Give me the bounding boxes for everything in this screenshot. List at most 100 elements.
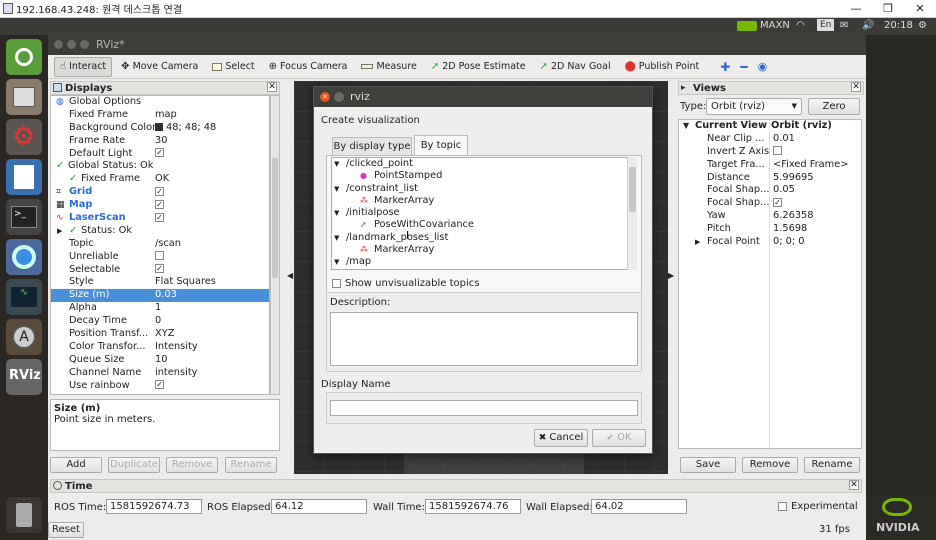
view-property-row[interactable]: ▶ Focal Point 0; 0; 0	[679, 236, 861, 249]
view-property-value[interactable]: 5.99695	[773, 172, 814, 185]
display-property-row[interactable]: ◍ Global Options	[51, 96, 269, 109]
property-checkbox[interactable]: ✓	[155, 186, 164, 196]
view-property-value[interactable]: 0; 0; 0	[773, 236, 805, 249]
topic-row[interactable]: ▼ /constraint_list	[332, 183, 636, 195]
rviz-launcher-icon[interactable]: RViz	[6, 359, 42, 395]
property-value[interactable]: intensity	[155, 367, 197, 380]
display-type-row[interactable]: ➚ PoseWithCovariance	[332, 219, 636, 231]
topic-row[interactable]: ▼ /clicked_point	[332, 158, 636, 170]
maximize-button[interactable]: ❐	[872, 0, 904, 18]
property-value[interactable]: map	[155, 109, 177, 122]
dialog-minimize-icon[interactable]	[334, 92, 344, 102]
property-value[interactable]: 48; 48; 48	[155, 122, 216, 135]
display-property-row[interactable]: Use rainbow ✓	[51, 380, 269, 393]
displays-scrollbar[interactable]	[270, 95, 280, 395]
left-splitter-arrow-icon[interactable]: ◀	[287, 271, 293, 280]
tab-by-topic[interactable]: By topic	[414, 135, 468, 156]
display-type-row[interactable]: ▦ Map	[332, 269, 636, 270]
view-property-row[interactable]: Focal Shap... 0.05	[679, 184, 861, 197]
display-property-row[interactable]: Frame Rate 30	[51, 135, 269, 148]
keyboard-layout-indicator[interactable]: En	[817, 19, 835, 31]
focus-camera-tool[interactable]: ⊕ Focus Camera	[264, 57, 353, 77]
zero-button[interactable]: Zero	[808, 98, 860, 115]
color-swatch[interactable]	[155, 122, 163, 131]
property-value[interactable]: ✓	[155, 212, 164, 225]
property-value[interactable]: ✓	[155, 380, 164, 393]
display-property-row[interactable]: ✓ Fixed Frame OK	[51, 173, 269, 186]
select-tool[interactable]: Select	[207, 57, 259, 77]
wifi-icon[interactable]: ◠	[796, 20, 805, 31]
view-property-row[interactable]: Focal Shap... ✓	[679, 197, 861, 210]
clock[interactable]: 20:18	[884, 20, 913, 31]
right-splitter-arrow-icon[interactable]: ▶	[668, 271, 674, 280]
current-view-row[interactable]: ▼ Current View Orbit (rviz)	[679, 120, 861, 133]
ubuntu-logo-icon[interactable]	[6, 39, 42, 75]
display-property-row[interactable]: Style Flat Squares	[51, 276, 269, 289]
display-property-row[interactable]: Fixed Frame map	[51, 109, 269, 122]
display-property-row[interactable]: Background Color 48; 48; 48	[51, 122, 269, 135]
view-property-row[interactable]: Pitch 1.5698	[679, 223, 861, 236]
view-property-value[interactable]	[773, 146, 782, 159]
publish-point-tool[interactable]: ⬤ Publish Point	[620, 57, 705, 77]
display-type-row[interactable]: ⁂ MarkerArray	[332, 195, 636, 207]
property-value[interactable]: 0	[155, 315, 161, 328]
view-property-value[interactable]: 1.5698	[773, 223, 807, 236]
property-value[interactable]: ✓	[155, 199, 164, 212]
display-property-row[interactable]: Color Transfor... Intensity	[51, 341, 269, 354]
property-checkbox[interactable]: ✓	[155, 264, 164, 274]
view-property-checkbox[interactable]	[773, 146, 782, 156]
panel-close-icon[interactable]: ✕	[851, 82, 861, 92]
window-close-icon[interactable]	[54, 40, 63, 49]
display-property-row[interactable]: ▶ ✓ Status: Ok	[51, 225, 269, 238]
expand-arrow-icon[interactable]: ▼	[334, 158, 339, 170]
text-editor-icon[interactable]	[6, 159, 42, 195]
property-value[interactable]: Intensity	[155, 341, 198, 354]
remove-view-button[interactable]: Remove	[742, 457, 798, 473]
remove-tool-icon[interactable]: ━	[740, 60, 747, 74]
tab-by-display-type[interactable]: By display type	[332, 137, 412, 155]
experimental-checkbox[interactable]	[778, 502, 787, 511]
view-property-value[interactable]: 6.26358	[773, 210, 814, 223]
display-property-row[interactable]: Size (m) 0.03	[51, 289, 269, 303]
display-property-row[interactable]: Queue Size 10	[51, 354, 269, 367]
window-maximize-icon[interactable]	[80, 40, 89, 49]
display-property-row[interactable]: ✓ Global Status: Ok	[51, 160, 269, 173]
display-property-row[interactable]: Default Light ✓	[51, 148, 269, 161]
property-value[interactable]: 10	[155, 354, 167, 367]
duplicate-button[interactable]: Duplicate	[108, 457, 160, 473]
files-icon[interactable]	[6, 79, 42, 115]
display-name-input[interactable]	[330, 400, 638, 416]
property-value[interactable]: OK	[155, 173, 169, 186]
settings-gear-icon[interactable]: ⚙	[918, 20, 927, 31]
view-property-row[interactable]: Yaw 6.26358	[679, 210, 861, 223]
view-property-value[interactable]: 0.01	[773, 133, 795, 146]
volume-icon[interactable]: 🔊	[862, 20, 874, 31]
display-property-row[interactable]: Topic/scan	[51, 238, 269, 251]
power-mode-label[interactable]: MAXN	[760, 20, 790, 31]
property-checkbox[interactable]	[155, 251, 164, 261]
property-value[interactable]	[155, 251, 164, 264]
property-checkbox[interactable]: ✓	[155, 380, 164, 390]
wall-elapsed-field[interactable]: 64.02	[591, 499, 687, 514]
view-property-row[interactable]: Invert Z Axis	[679, 146, 861, 159]
measure-tool[interactable]: Measure	[356, 57, 421, 77]
view-property-row[interactable]: Distance 5.99695	[679, 172, 861, 185]
view-property-checkbox[interactable]: ✓	[773, 197, 782, 207]
system-monitor-icon[interactable]: ∿	[6, 279, 42, 315]
system-settings-icon[interactable]: ⚙	[6, 119, 42, 155]
expand-arrow-icon[interactable]: ▼	[334, 183, 339, 195]
display-property-row[interactable]: Position Transf... XYZ	[51, 328, 269, 341]
rename-button[interactable]: Rename	[225, 457, 277, 473]
topic-row[interactable]: ▼ /landmark_poses_list	[332, 232, 636, 244]
close-button[interactable]: ✕	[904, 0, 936, 18]
mail-icon[interactable]: ✉	[840, 20, 848, 31]
view-property-value[interactable]: ✓	[773, 197, 782, 210]
expand-arrow-icon[interactable]: ▼	[334, 232, 339, 244]
window-minimize-icon[interactable]	[67, 40, 76, 49]
property-value[interactable]: ✓	[155, 148, 164, 161]
terminal-icon[interactable]: >_	[6, 199, 42, 235]
property-value[interactable]: 0.03	[155, 289, 177, 302]
save-view-button[interactable]: Save	[680, 457, 736, 473]
minimize-button[interactable]: —	[840, 0, 872, 18]
expand-arrow-icon[interactable]: ▼	[334, 256, 339, 268]
